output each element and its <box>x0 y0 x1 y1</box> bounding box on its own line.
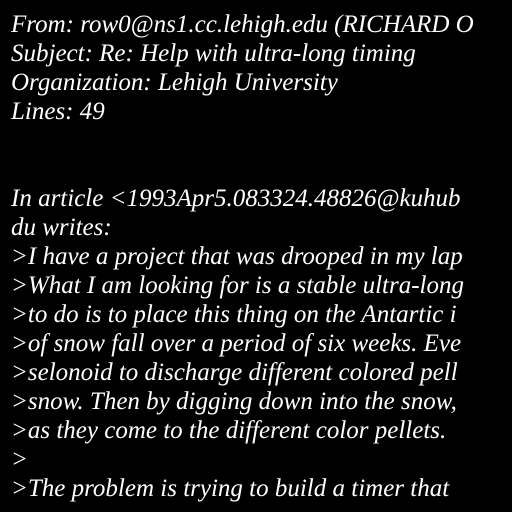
quoted-line: >What I am looking for is a stable ultra… <box>11 272 464 299</box>
lines-count-line: Lines: 49 <box>11 98 105 125</box>
quoted-line: >The problem is trying to build a timer … <box>11 475 450 502</box>
email-document: From: row0@ns1.cc.lehigh.edu (RICHARD O … <box>0 0 512 512</box>
from-line: From: row0@ns1.cc.lehigh.edu (RICHARD O <box>11 11 474 38</box>
attribution-line: In article <1993Apr5.083324.48826@kuhub <box>11 185 461 212</box>
quoted-line: >as they come to the different color pel… <box>11 417 447 444</box>
quoted-line: >to do is to place this thing on the Ant… <box>11 301 457 328</box>
subject-line: Subject: Re: Help with ultra-long timing <box>11 40 416 67</box>
quoted-line: >selonoid to discharge different colored… <box>11 359 458 386</box>
attribution-line-continued: du writes: <box>11 214 112 241</box>
quoted-line: >of snow fall over a period of six weeks… <box>11 330 462 357</box>
quoted-line: >I have a project that was drooped in my… <box>11 243 463 270</box>
quoted-line: > <box>11 446 28 473</box>
organization-line: Organization: Lehigh University <box>11 69 338 96</box>
quoted-line: >snow. Then by digging down into the sno… <box>11 388 457 415</box>
